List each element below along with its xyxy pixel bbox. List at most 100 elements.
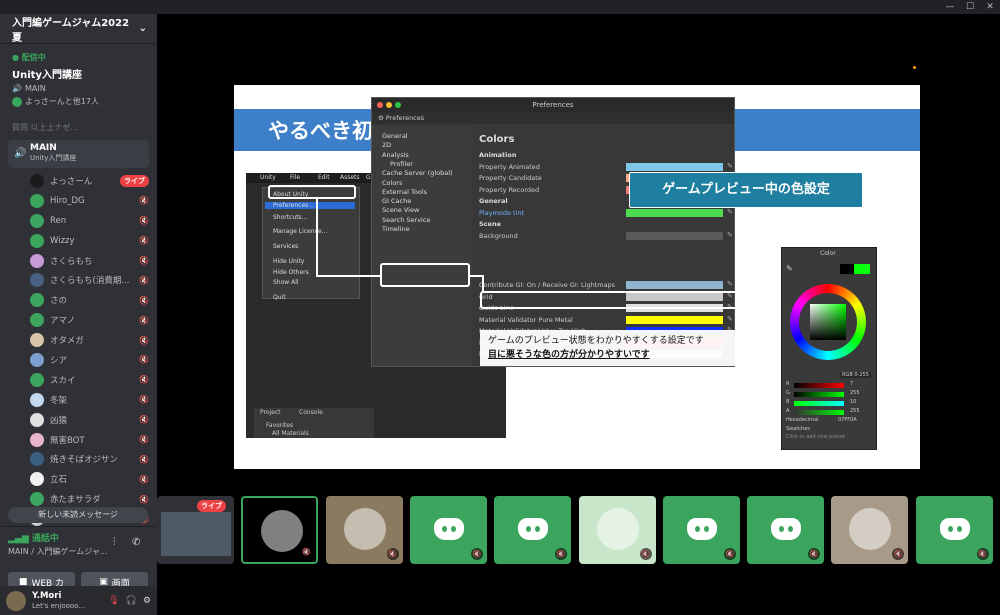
value-b[interactable]: 10 xyxy=(850,399,856,405)
voice-user[interactable]: よっさーん ライブ xyxy=(0,171,157,191)
color-setting-row[interactable]: Property Animated ✎ xyxy=(479,162,733,172)
participant-tile[interactable]: 🔇 xyxy=(915,496,993,564)
voice-user[interactable]: アマノ 🔇 xyxy=(0,310,157,330)
menubar-item[interactable]: Edit xyxy=(318,174,330,181)
preferences-nav-item[interactable]: Scene View xyxy=(382,206,419,214)
participant-tile[interactable]: 🔇 xyxy=(662,496,740,564)
avatar[interactable] xyxy=(6,590,26,611)
preferences-nav-item[interactable]: Analysis xyxy=(382,151,409,159)
voice-user[interactable]: 焼きそばオジサン 🔇 xyxy=(0,449,157,469)
preferences-nav-item[interactable]: External Tools xyxy=(382,188,427,196)
participant-tile[interactable]: 🔇 xyxy=(494,496,572,564)
headphone-icon[interactable]: 🎧 xyxy=(126,596,137,606)
maximize-icon[interactable]: ☐ xyxy=(960,0,980,14)
unity-menu-item[interactable]: Show All xyxy=(273,279,299,286)
color-setting-row[interactable]: Animation xyxy=(479,150,731,160)
slider-r[interactable] xyxy=(794,383,844,388)
tab-project[interactable]: Project xyxy=(260,409,281,416)
color-swatch[interactable] xyxy=(626,162,723,171)
tab-console[interactable]: Console xyxy=(299,409,323,416)
preferences-nav-item[interactable]: Timeline xyxy=(382,225,410,233)
participant-tile[interactable]: 🔇 xyxy=(578,496,656,564)
close-icon[interactable]: ✕ xyxy=(980,0,1000,14)
zoom-dot-icon[interactable] xyxy=(395,102,401,108)
menubar-item[interactable]: Assets xyxy=(340,174,360,181)
preferences-nav-item[interactable]: Colors xyxy=(382,179,402,187)
channel-item-partial[interactable]: 質問 以上上ナゼ... xyxy=(0,122,157,136)
unity-menu-item[interactable]: Hide Unity xyxy=(273,258,304,265)
preferences-nav-item[interactable]: Search Service xyxy=(382,216,430,224)
eyedropper-icon[interactable]: ✎ xyxy=(727,231,733,239)
color-setting-row[interactable]: Material Validator Pure Metal ✎ xyxy=(479,315,733,325)
unity-menu-item[interactable]: Hide Others xyxy=(273,269,309,276)
color-setting-row[interactable]: Contribute GI: On / Receive GI: Lightmap… xyxy=(479,280,733,290)
value-r[interactable]: 7 xyxy=(850,381,853,387)
color-swatch[interactable] xyxy=(626,208,723,217)
color-setting-row[interactable]: Playmode tint ✎ xyxy=(479,208,733,218)
color-wheel[interactable] xyxy=(790,284,866,360)
menubar-item[interactable]: File xyxy=(290,174,300,181)
unity-menu-item[interactable]: Services xyxy=(273,243,298,250)
voice-user[interactable]: 無害BOT 🔇 xyxy=(0,430,157,450)
disconnect-icon[interactable]: ✆ xyxy=(132,537,140,548)
voice-user[interactable]: オタメガ 🔇 xyxy=(0,330,157,350)
voice-user[interactable]: 立石 🔇 xyxy=(0,469,157,489)
preferences-nav-item[interactable]: General xyxy=(382,132,408,140)
participant-tile[interactable]: 🔇 xyxy=(241,496,319,564)
add-preset-hint[interactable]: Click to add new preset xyxy=(786,434,874,442)
minimize-dot-icon[interactable] xyxy=(386,102,392,108)
voice-user[interactable]: Wizzy 🔇 xyxy=(0,231,157,251)
color-swatch[interactable] xyxy=(626,231,723,240)
preferences-nav-item[interactable]: Cache Server (global) xyxy=(382,169,453,177)
participant-tile[interactable]: 🔇 xyxy=(325,496,403,564)
preferences-nav-item[interactable]: GI Cache xyxy=(382,197,411,205)
unity-menu-item[interactable]: Manage Licence... xyxy=(273,228,327,235)
slider-b[interactable] xyxy=(794,401,844,406)
participant-tile[interactable]: 🔇 xyxy=(747,496,825,564)
close-dot-icon[interactable] xyxy=(377,102,383,108)
server-header[interactable]: 入門編ゲームジャム2022夏 ⌄ xyxy=(0,14,157,44)
eyedropper-icon[interactable]: ✎ xyxy=(727,280,733,288)
preferences-nav-item[interactable]: 2D xyxy=(382,141,391,149)
voice-user[interactable]: 凶猿 🔇 xyxy=(0,410,157,430)
eyedropper-icon[interactable]: ✎ xyxy=(727,162,733,170)
voice-user[interactable]: Ren 🔇 xyxy=(0,211,157,231)
eyedropper-icon[interactable]: ✎ xyxy=(786,264,793,273)
noise-suppression-icon[interactable]: ⫶ xyxy=(113,537,116,548)
minimize-icon[interactable]: — xyxy=(940,0,960,14)
slider-a[interactable] xyxy=(794,410,844,415)
mic-muted-icon[interactable]: 🎙 xyxy=(108,596,119,606)
color-setting-row[interactable]: Scene xyxy=(479,219,731,229)
gear-icon[interactable]: ⚙ xyxy=(143,596,151,606)
participant-tile[interactable]: 🔇 xyxy=(831,496,909,564)
unity-menu-item[interactable]: Quit xyxy=(273,294,286,301)
new-messages-button[interactable]: 新しい未読メッセージ xyxy=(8,507,148,523)
unity-menu-item[interactable]: Preferences... xyxy=(265,202,355,209)
color-swatch[interactable] xyxy=(626,281,723,289)
menubar-item[interactable]: Unity xyxy=(260,174,276,181)
voice-user[interactable]: 冬架 🔇 xyxy=(0,390,157,410)
voice-status-channel[interactable]: MAIN / 入門編ゲームジャ... xyxy=(8,546,108,557)
voice-user[interactable]: さくらもち 🔇 xyxy=(0,251,157,271)
preferences-nav-item[interactable]: Profiler xyxy=(390,160,413,168)
unity-menu-item[interactable]: Shortcuts... xyxy=(273,214,307,221)
color-setting-row[interactable]: Background ✎ xyxy=(479,231,733,241)
eyedropper-icon[interactable]: ✎ xyxy=(727,208,733,216)
voice-user[interactable]: スカイ 🔇 xyxy=(0,370,157,390)
voice-user[interactable]: シア 🔇 xyxy=(0,350,157,370)
voice-user[interactable]: さの 🔇 xyxy=(0,290,157,310)
color-swatch[interactable] xyxy=(626,315,723,324)
value-g[interactable]: 255 xyxy=(850,390,860,396)
slider-g[interactable] xyxy=(794,392,844,397)
avatar xyxy=(343,508,386,550)
value-a[interactable]: 255 xyxy=(850,408,860,414)
tab-preferences[interactable]: Preferences xyxy=(386,114,424,122)
picker-mode[interactable]: RGB 0-255 xyxy=(840,372,871,378)
voice-channel-main[interactable]: 🔊 MAIN Unity入門講座 xyxy=(8,140,149,168)
voice-user[interactable]: さくらもち(消費期... 🔇 xyxy=(0,270,157,290)
participant-tile[interactable]: 🔇 xyxy=(409,496,487,564)
voice-user[interactable]: Hiro_DG 🔇 xyxy=(0,191,157,211)
hex-value[interactable]: 07FF0A xyxy=(838,417,857,423)
participant-tile[interactable]: ライブ xyxy=(157,496,234,564)
eyedropper-icon[interactable]: ✎ xyxy=(727,315,733,323)
